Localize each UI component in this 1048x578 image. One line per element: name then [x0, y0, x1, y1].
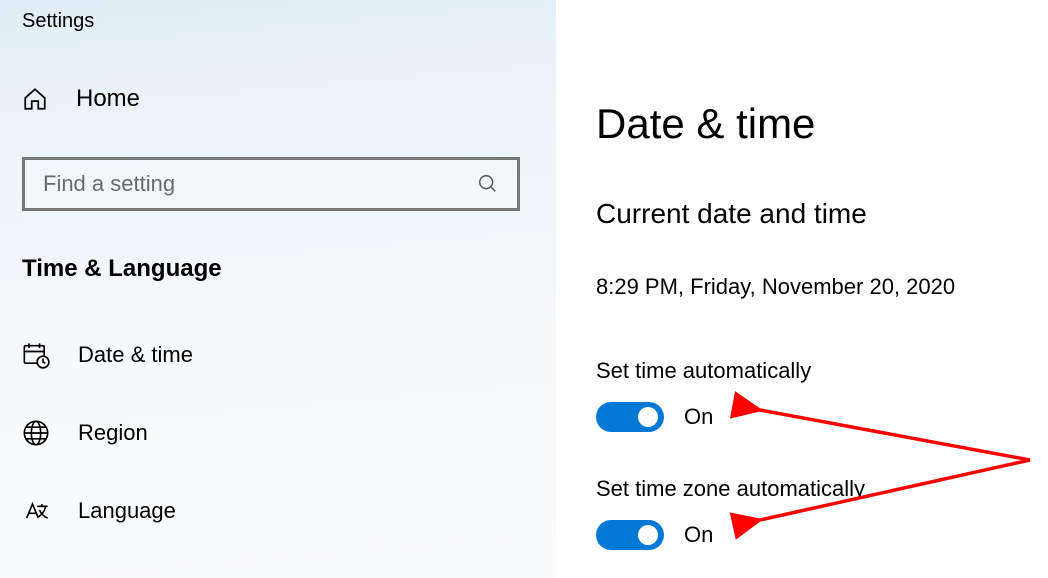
- toggle-state-text: On: [684, 522, 713, 548]
- sidebar-item-language[interactable]: Language: [22, 497, 534, 525]
- toggle-set-timezone-auto: Set time zone automatically On: [596, 476, 1028, 550]
- search-box[interactable]: [22, 157, 520, 211]
- toggle-row: On: [596, 520, 1028, 550]
- sidebar-item-date-time[interactable]: Date & time: [22, 341, 534, 369]
- search-icon: [477, 173, 499, 195]
- toggle-label: Set time automatically: [596, 358, 1028, 384]
- nav-home-label: Home: [76, 85, 140, 113]
- page-title: Date & time: [596, 100, 1028, 148]
- settings-sidebar: Settings Home Time & Language Date & tim…: [0, 0, 556, 578]
- nav-home[interactable]: Home: [22, 85, 534, 113]
- main-panel: Date & time Current date and time 8:29 P…: [556, 0, 1048, 578]
- search-input[interactable]: [43, 171, 477, 197]
- sidebar-item-label: Date & time: [78, 342, 193, 368]
- toggle-label: Set time zone automatically: [596, 476, 1028, 502]
- toggle-state-text: On: [684, 404, 713, 430]
- calendar-clock-icon: [22, 341, 50, 369]
- category-title: Time & Language: [22, 255, 534, 283]
- sidebar-item-label: Language: [78, 498, 176, 524]
- toggle-switch-set-time[interactable]: [596, 402, 664, 432]
- toggle-set-time-auto: Set time automatically On: [596, 358, 1028, 432]
- window-title: Settings: [22, 10, 534, 33]
- toggle-row: On: [596, 402, 1028, 432]
- sidebar-item-label: Region: [78, 420, 148, 446]
- language-icon: [22, 497, 50, 525]
- toggle-switch-set-timezone[interactable]: [596, 520, 664, 550]
- current-datetime-value: 8:29 PM, Friday, November 20, 2020: [596, 274, 1028, 300]
- section-heading: Current date and time: [596, 198, 1028, 230]
- home-icon: [22, 86, 48, 112]
- sidebar-item-region[interactable]: Region: [22, 419, 534, 447]
- globe-icon: [22, 419, 50, 447]
